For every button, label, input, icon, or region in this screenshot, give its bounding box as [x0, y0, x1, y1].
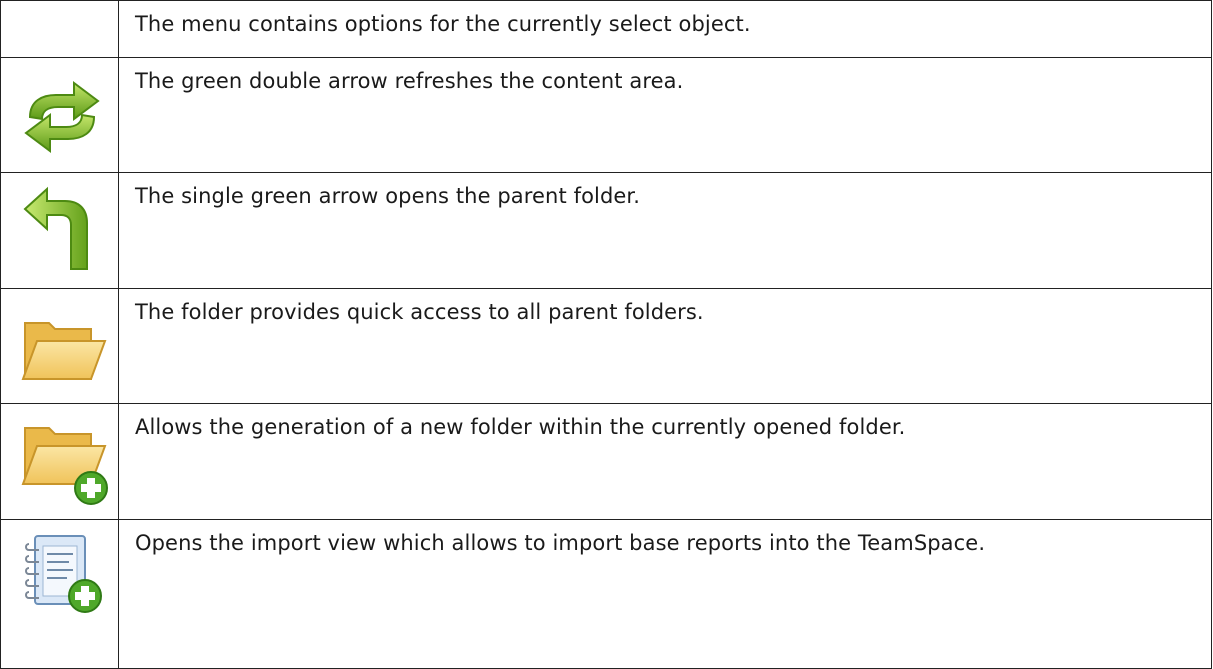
icon-cell — [0, 519, 119, 669]
parent-folder-arrow-icon — [23, 186, 88, 270]
folder-icon — [21, 322, 107, 380]
table-row: The single green arrow opens the parent … — [0, 172, 1212, 289]
icon-container — [1, 404, 118, 519]
icon-container — [1, 289, 118, 403]
icon-cell — [0, 288, 119, 404]
table-row: Opens the import view which allows to im… — [0, 519, 1212, 669]
table-row: The folder provides quick access to all … — [0, 288, 1212, 404]
import-report-icon — [25, 535, 102, 613]
icon-cell — [0, 172, 119, 289]
icon-container — [1, 173, 118, 288]
row-description: Allows the generation of a new folder wi… — [118, 403, 1212, 520]
row-description: The green double arrow refreshes the con… — [118, 57, 1212, 173]
icon-cell — [0, 403, 119, 520]
row-description: The menu contains options for the curren… — [118, 0, 1212, 58]
table-row: The menu contains options for the curren… — [0, 0, 1212, 58]
refresh-double-arrow-icon — [24, 81, 100, 153]
icon-legend-table: The menu contains options for the curren… — [0, 0, 1212, 669]
empty-icon-cell — [0, 0, 119, 58]
icon-cell — [0, 57, 119, 173]
row-description: The folder provides quick access to all … — [118, 288, 1212, 404]
new-folder-icon — [21, 427, 108, 505]
table-row: The green double arrow refreshes the con… — [0, 57, 1212, 173]
icon-container — [1, 58, 118, 172]
icon-container — [1, 520, 118, 668]
row-description: The single green arrow opens the parent … — [118, 172, 1212, 289]
table-row: Allows the generation of a new folder wi… — [0, 403, 1212, 520]
row-description: Opens the import view which allows to im… — [118, 519, 1212, 669]
